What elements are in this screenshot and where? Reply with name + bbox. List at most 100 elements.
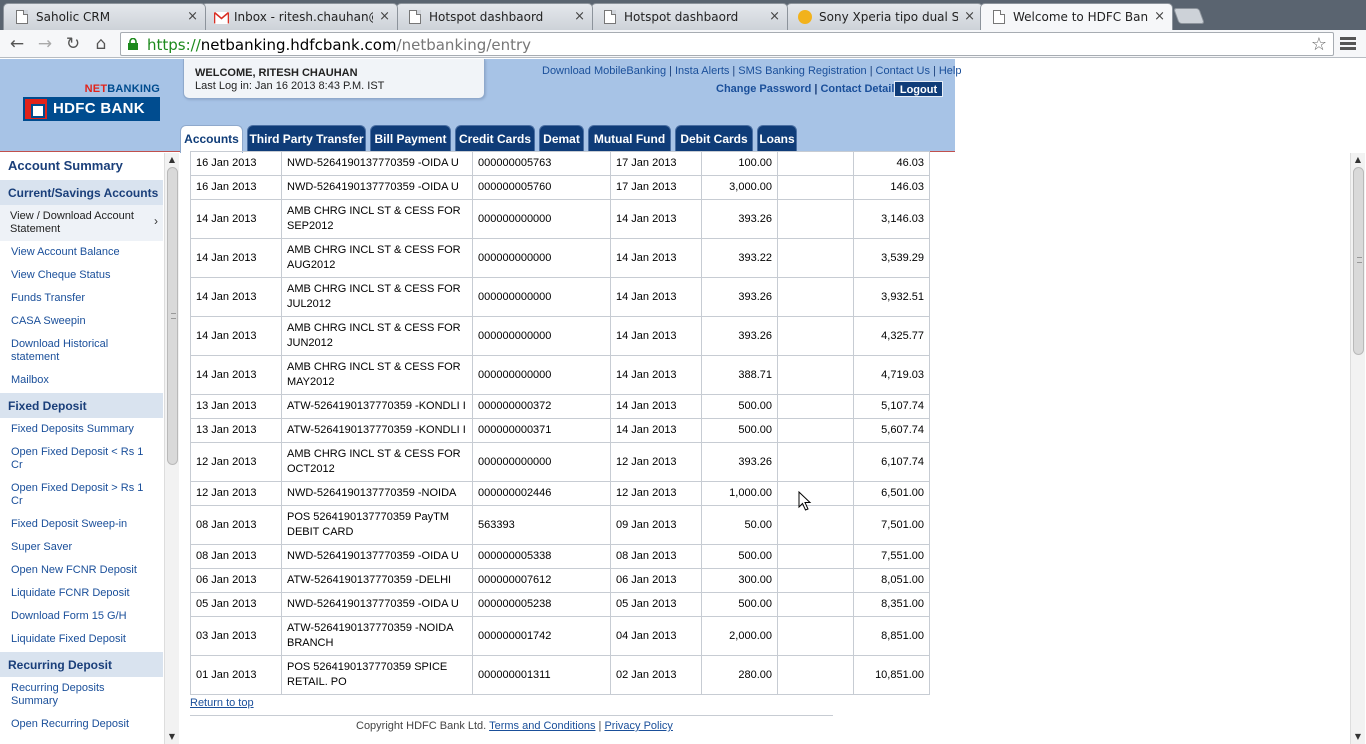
cell-balance: 5,607.74 xyxy=(853,418,930,443)
address-bar[interactable]: https://netbanking.hdfcbank.com/netbanki… xyxy=(120,32,1334,56)
table-row: 13 Jan 2013 ATW-5264190137770359 -KONDLI … xyxy=(190,394,930,419)
cell-withdrawal: 300.00 xyxy=(701,568,778,593)
gmail-icon xyxy=(214,12,229,24)
sidebar-scroll-thumb[interactable] xyxy=(167,167,178,465)
sidebar-item-open-fixed-deposit-rs-1-cr[interactable]: Open Fixed Deposit < Rs 1 Cr xyxy=(0,441,163,477)
close-tab-icon[interactable]: × xyxy=(379,9,390,24)
close-tab-icon[interactable]: × xyxy=(964,9,975,24)
browser-tab[interactable]: Hotspot dashbaord × xyxy=(396,3,593,30)
link-contact-details[interactable]: Contact Details xyxy=(820,83,900,95)
close-tab-icon[interactable]: × xyxy=(1154,9,1165,24)
browser-tab[interactable]: Inbox - ritesh.chauhan@sh × xyxy=(201,3,398,30)
top-link-download-mobilebanking[interactable]: Download MobileBanking xyxy=(542,65,666,77)
sidebar-item-fixed-deposit-sweep-in[interactable]: Fixed Deposit Sweep-in xyxy=(0,513,163,536)
cell-value-date: 08 Jan 2013 xyxy=(610,544,702,569)
sidebar-item-liquidate-fcnr-deposit[interactable]: Liquidate FCNR Deposit xyxy=(0,582,163,605)
sidebar-scrollbar[interactable]: ▲ ▼ xyxy=(164,153,179,744)
sidebar-item-liquidate-fixed-deposit[interactable]: Liquidate Fixed Deposit xyxy=(0,628,163,651)
browser-menu-icon[interactable] xyxy=(1340,37,1356,51)
browser-tab[interactable]: Hotspot dashbaord × xyxy=(591,3,788,30)
scroll-up-icon[interactable]: ▲ xyxy=(167,155,177,165)
cell-balance: 3,146.03 xyxy=(853,199,930,239)
sidebar-item-open-recurring-deposit[interactable]: Open Recurring Deposit xyxy=(0,713,163,736)
browser-tab[interactable]: Saholic CRM × xyxy=(3,3,206,30)
cell-narration: NWD-5264190137770359 -OIDA U xyxy=(281,544,473,569)
sidebar-item-view-account-balance[interactable]: View Account Balance xyxy=(0,241,163,264)
sidebar-title-account-summary[interactable]: Account Summary xyxy=(0,153,163,179)
cell-ref: 000000000000 xyxy=(472,316,611,356)
back-icon[interactable]: ← xyxy=(6,33,28,55)
cell-narration: NWD-5264190137770359 -OIDA U xyxy=(281,592,473,617)
table-row: 12 Jan 2013 AMB CHRG INCL ST & CESS FOR O… xyxy=(190,442,930,482)
sidebar-item-recurring-deposits-summary[interactable]: Recurring Deposits Summary xyxy=(0,677,163,713)
tab-demat[interactable]: Demat xyxy=(539,125,584,152)
footer-divider xyxy=(190,715,833,716)
link-change-password[interactable]: Change Password xyxy=(716,83,811,95)
cell-narration: ATW-5264190137770359 -NOIDA BRANCH xyxy=(281,616,473,656)
cell-ref: 000000000371 xyxy=(472,418,611,443)
page-scroll-thumb[interactable] xyxy=(1353,167,1364,355)
sidebar-item-download-form-15-g-h[interactable]: Download Form 15 G/H xyxy=(0,605,163,628)
scroll-down-icon[interactable]: ▼ xyxy=(167,732,177,742)
cell-value-date: 14 Jan 2013 xyxy=(610,316,702,356)
tab-credit-cards[interactable]: Credit Cards xyxy=(455,125,535,152)
account-links: Change Password | Contact Details xyxy=(716,83,901,95)
tab-debit-cards[interactable]: Debit Cards xyxy=(675,125,753,152)
cell-date: 16 Jan 2013 xyxy=(190,175,282,200)
sidebar-item-download-historical-statement[interactable]: Download Historical statement xyxy=(0,333,163,369)
cell-narration: AMB CHRG INCL ST & CESS FOR SEP2012 xyxy=(281,199,473,239)
cell-deposit xyxy=(777,418,854,443)
logout-button[interactable]: Logout xyxy=(894,81,943,97)
privacy-link[interactable]: Privacy Policy xyxy=(604,720,672,732)
tab-loans[interactable]: Loans xyxy=(757,125,797,152)
close-tab-icon[interactable]: × xyxy=(769,9,780,24)
sidebar-section-current-savings-accounts[interactable]: Current/Savings Accounts xyxy=(0,179,163,205)
cell-ref: 000000000000 xyxy=(472,199,611,239)
tab-accounts[interactable]: Accounts xyxy=(180,125,243,153)
cell-deposit xyxy=(777,505,854,545)
top-link-sms-banking-registration[interactable]: SMS Banking Registration xyxy=(738,65,866,77)
tab-bill-payment[interactable]: Bill Payment xyxy=(370,125,451,152)
forward-icon[interactable]: → xyxy=(34,33,56,55)
sidebar-item-view-cheque-status[interactable]: View Cheque Status xyxy=(0,264,163,287)
cell-deposit xyxy=(777,592,854,617)
return-to-top-link[interactable]: Return to top xyxy=(190,697,254,709)
cell-date: 05 Jan 2013 xyxy=(190,592,282,617)
sidebar-section-recurring-deposit[interactable]: Recurring Deposit xyxy=(0,651,163,677)
sidebar-item-casa-sweepin[interactable]: CASA Sweepin xyxy=(0,310,163,333)
bookmark-star-icon[interactable]: ☆ xyxy=(1311,34,1327,55)
browser-tab[interactable]: Sony Xperia tipo dual ST2 × xyxy=(786,3,983,30)
page-scrollbar[interactable]: ▲ ▼ xyxy=(1350,153,1365,744)
cell-date: 13 Jan 2013 xyxy=(190,418,282,443)
terms-link[interactable]: Terms and Conditions xyxy=(489,720,595,732)
cell-balance: 3,932.51 xyxy=(853,277,930,317)
page-scroll-up-icon[interactable]: ▲ xyxy=(1353,155,1363,165)
cell-withdrawal: 500.00 xyxy=(701,592,778,617)
sidebar-item-open-fixed-deposit-rs-1-cr[interactable]: Open Fixed Deposit > Rs 1 Cr xyxy=(0,477,163,513)
browser-tab-title: Hotspot dashbaord xyxy=(624,10,739,24)
sidebar-section-fixed-deposit[interactable]: Fixed Deposit xyxy=(0,392,163,418)
sidebar-item-mailbox[interactable]: Mailbox xyxy=(0,369,163,392)
sidebar-item-fixed-deposits-summary[interactable]: Fixed Deposits Summary xyxy=(0,418,163,441)
tab-mutual-fund[interactable]: Mutual Fund xyxy=(588,125,671,152)
home-icon[interactable]: ⌂ xyxy=(90,33,112,55)
top-link-insta-alerts[interactable]: Insta Alerts xyxy=(675,65,729,77)
browser-tab-title: Sony Xperia tipo dual ST2 xyxy=(819,10,958,24)
sidebar-item-funds-transfer[interactable]: Funds Transfer xyxy=(0,287,163,310)
top-link-help[interactable]: Help xyxy=(939,65,962,77)
reload-icon[interactable]: ↻ xyxy=(62,33,84,55)
close-tab-icon[interactable]: × xyxy=(574,9,585,24)
cell-ref: 000000000000 xyxy=(472,277,611,317)
mouse-pointer-icon xyxy=(798,491,812,511)
page-scroll-down-icon[interactable]: ▼ xyxy=(1353,732,1363,742)
top-link-contact-us[interactable]: Contact Us xyxy=(876,65,930,77)
tab-third-party-transfer[interactable]: Third Party Transfer xyxy=(247,125,366,152)
cell-value-date: 14 Jan 2013 xyxy=(610,199,702,239)
new-tab-button[interactable] xyxy=(1173,8,1205,24)
sidebar-item-view-download-account-statement[interactable]: View / Download Account Statement xyxy=(0,205,163,241)
browser-tab[interactable]: Welcome to HDFC Bank N × xyxy=(980,3,1173,30)
close-tab-icon[interactable]: × xyxy=(187,9,198,24)
cell-balance: 6,107.74 xyxy=(853,442,930,482)
sidebar-item-super-saver[interactable]: Super Saver xyxy=(0,536,163,559)
sidebar-item-open-new-fcnr-deposit[interactable]: Open New FCNR Deposit xyxy=(0,559,163,582)
